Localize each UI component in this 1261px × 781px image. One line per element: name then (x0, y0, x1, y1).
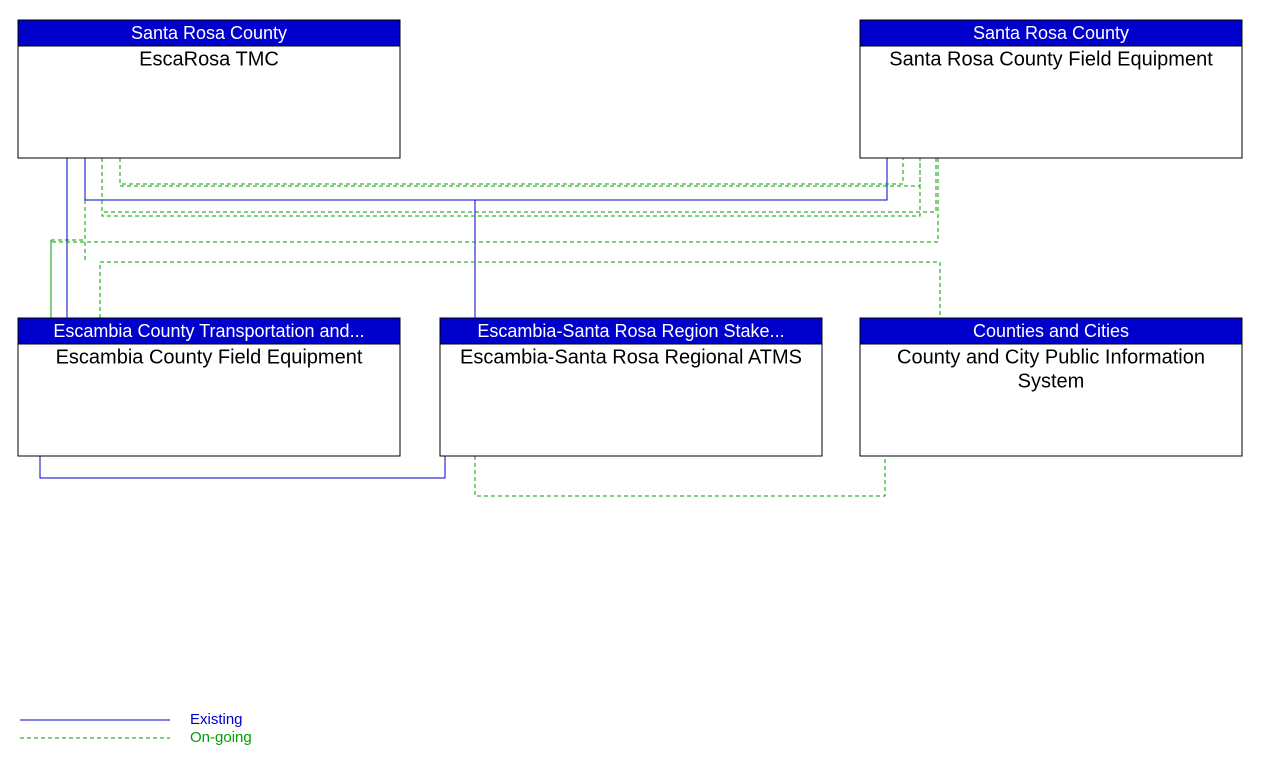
conn-escfield-atms-existing (40, 456, 445, 478)
conn-channel-242-ongoing (51, 158, 938, 318)
node-src-field-header: Santa Rosa County (973, 23, 1129, 43)
node-esr-regional-atms[interactable]: Escambia-Santa Rosa Region Stake... Esca… (440, 318, 822, 456)
node-src-field-equipment[interactable]: Santa Rosa County Santa Rosa County Fiel… (860, 20, 1242, 158)
conn-channel-262-ongoing (100, 262, 940, 318)
node-escambia-field-equipment[interactable]: Escambia County Transportation and... Es… (18, 318, 400, 456)
legend-existing-label: Existing (190, 711, 243, 728)
node-county-city-pis[interactable]: Counties and Cities County and City Publ… (860, 318, 1242, 456)
node-escarosa-tmc[interactable]: Santa Rosa County EscaRosa TMC (18, 20, 400, 158)
node-escambia-field-title: Escambia County Field Equipment (56, 347, 363, 369)
legend: Existing On-going (20, 711, 252, 746)
conn-tmc-srcfield-existing (85, 158, 887, 200)
node-escambia-field-header: Escambia County Transportation and... (53, 321, 364, 341)
legend-ongoing-label: On-going (190, 729, 252, 746)
conn-tmc-right-ongoing-2 (102, 158, 920, 216)
node-pis-title-line2: System (1018, 371, 1085, 393)
conn-tmc-srcfield-ongoing (120, 158, 903, 184)
conn-atms-pis-ongoing (475, 456, 885, 496)
node-src-field-title: Santa Rosa County Field Equipment (889, 49, 1213, 71)
diagram-layer: Santa Rosa County EscaRosa TMC Santa Ros… (0, 0, 1261, 781)
node-esr-atms-header: Escambia-Santa Rosa Region Stake... (477, 321, 784, 341)
node-escarosa-tmc-title: EscaRosa TMC (139, 49, 279, 71)
node-pis-header: Counties and Cities (973, 321, 1129, 341)
node-pis-title-line1: County and City Public Information (897, 347, 1205, 369)
node-esr-atms-title: Escambia-Santa Rosa Regional ATMS (460, 347, 802, 369)
node-escarosa-tmc-header: Santa Rosa County (131, 23, 287, 43)
